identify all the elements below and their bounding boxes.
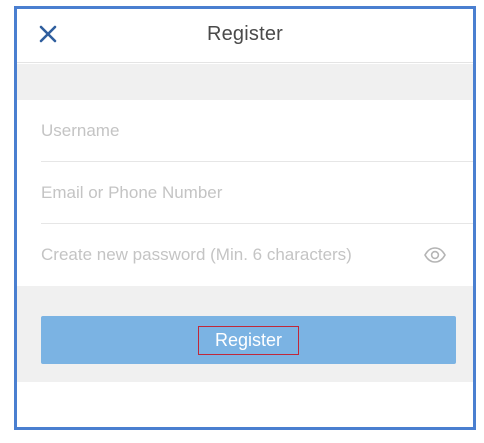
register-form [17,100,473,286]
action-band: Register [17,286,473,382]
password-input[interactable] [41,245,421,265]
top-bar: Register [17,9,473,63]
show-password-toggle[interactable] [423,244,447,266]
username-input[interactable] [41,120,473,141]
username-row [41,100,473,162]
register-button[interactable]: Register [41,316,456,364]
contact-row [41,162,473,224]
spacer-band [17,64,473,100]
email-or-phone-input[interactable] [41,182,473,203]
register-button-label: Register [197,325,300,355]
screenshot-frame: Register Register [14,6,476,430]
eye-icon [424,247,446,263]
page-title: Register [206,23,284,45]
password-row [41,224,473,286]
